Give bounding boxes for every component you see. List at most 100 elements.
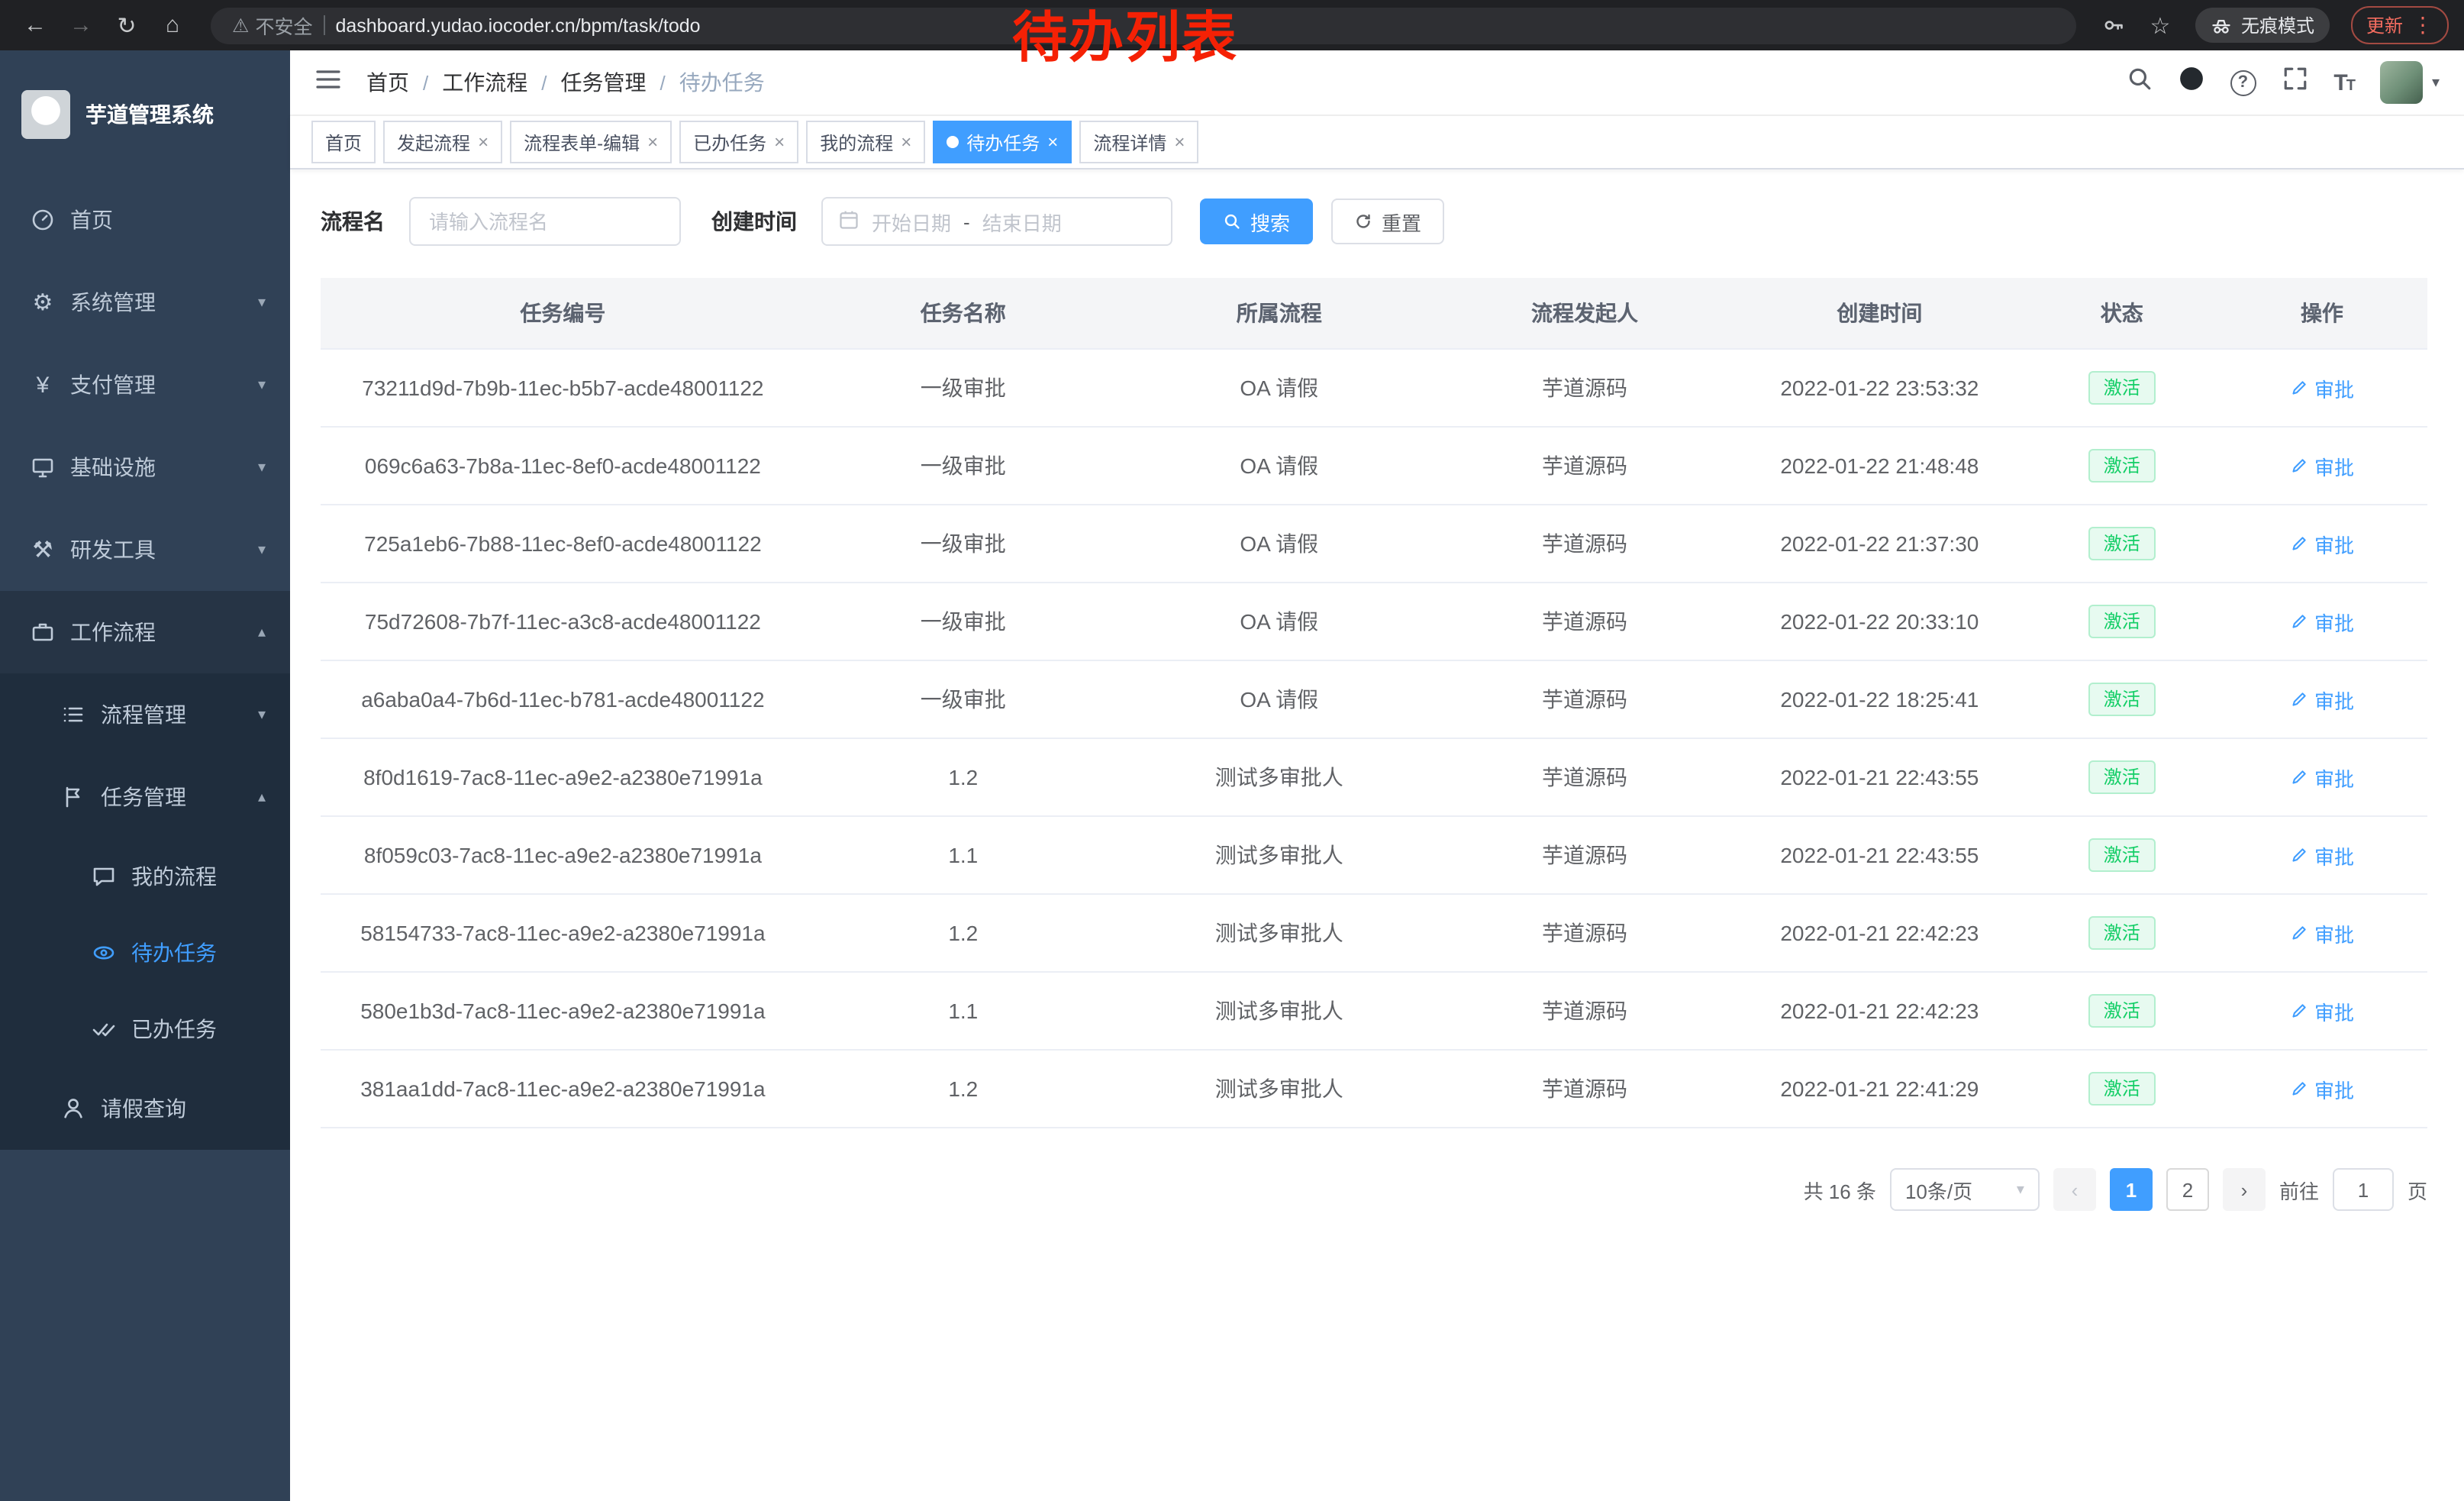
prev-page-button[interactable]: ‹ [2053, 1168, 2096, 1211]
sidebar-item-system[interactable]: ⚙ 系统管理 ▾ [0, 261, 290, 344]
tab-process-detail[interactable]: 流程详情× [1079, 121, 1198, 163]
status-badge: 激活 [2088, 1072, 2156, 1106]
approve-link[interactable]: 审批 [2290, 841, 2354, 870]
goto-page-input[interactable] [2333, 1168, 2394, 1211]
reset-button[interactable]: 重置 [1331, 199, 1444, 244]
user-menu[interactable]: ▾ [2380, 61, 2440, 104]
page-size-select[interactable]: 10条/页 ▾ [1890, 1168, 2040, 1211]
task-process-cell: 测试多审批人 [1121, 894, 1437, 972]
approve-link[interactable]: 审批 [2290, 373, 2354, 402]
sidebar-item-payment[interactable]: ¥ 支付管理 ▾ [0, 344, 290, 426]
sidebar-item-task-management[interactable]: 任务管理 ▴ [0, 756, 290, 838]
tab-home[interactable]: 首页 [311, 121, 376, 163]
close-icon[interactable]: × [647, 131, 658, 153]
workflow-submenu: 流程管理 ▾ 任务管理 ▴ 我的流程 待办任务 [0, 673, 290, 1150]
range-separator: - [963, 210, 970, 233]
task-action-cell: 审批 [2217, 972, 2427, 1050]
task-created-cell: 2022-01-22 23:53:32 [1732, 349, 2027, 427]
table-row: 75d72608-7b7f-11ec-a3c8-acde48001122 一级审… [321, 583, 2427, 660]
table-row: 8f059c03-7ac8-11ec-a9e2-a2380e71991a 1.1… [321, 816, 2427, 894]
task-action-cell: 审批 [2217, 349, 2427, 427]
font-size-icon[interactable]: TT [2333, 69, 2354, 95]
chevron-down-icon: ▾ [258, 294, 266, 311]
close-icon[interactable]: × [901, 131, 911, 153]
fullscreen-icon[interactable] [2282, 66, 2308, 99]
search-button[interactable]: 搜索 [1200, 199, 1313, 244]
sidebar-item-home[interactable]: 首页 [0, 179, 290, 261]
col-task-name: 任务名称 [805, 278, 1121, 349]
breadcrumb-home[interactable]: 首页 [366, 67, 409, 98]
col-created: 创建时间 [1732, 278, 2027, 349]
approve-link[interactable]: 审批 [2290, 607, 2354, 636]
search-icon[interactable] [2126, 66, 2152, 99]
approve-link[interactable]: 审批 [2290, 529, 2354, 558]
sidebar-item-done-task[interactable]: 已办任务 [0, 991, 290, 1067]
tab-done-task[interactable]: 已办任务× [679, 121, 798, 163]
edit-icon [2290, 457, 2308, 475]
task-name-cell: 1.2 [805, 894, 1121, 972]
sidebar-item-devtools[interactable]: ⚒ 研发工具 ▾ [0, 508, 290, 591]
next-page-button[interactable]: › [2223, 1168, 2266, 1211]
process-name-input[interactable] [409, 197, 681, 246]
breadcrumb-workflow[interactable]: 工作流程 [442, 67, 527, 98]
task-process-cell: OA 请假 [1121, 427, 1437, 505]
close-icon[interactable]: × [1174, 131, 1185, 153]
chevron-down-icon: ▾ [258, 706, 266, 723]
close-icon[interactable]: × [774, 131, 785, 153]
sidebar-item-leave-query[interactable]: 请假查询 [0, 1067, 290, 1150]
task-id-cell: 75d72608-7b7f-11ec-a3c8-acde48001122 [321, 583, 805, 660]
sidebar-item-process-management[interactable]: 流程管理 ▾ [0, 673, 290, 756]
github-icon[interactable] [2178, 66, 2204, 99]
update-button[interactable]: 更新 ⋮ [2351, 6, 2449, 44]
password-key-icon[interactable] [2095, 5, 2134, 45]
bookmark-star-icon[interactable]: ☆ [2140, 5, 2180, 45]
task-initiator-cell: 芋道源码 [1437, 427, 1732, 505]
sidebar-item-todo-task[interactable]: 待办任务 [0, 915, 290, 991]
approve-link[interactable]: 审批 [2290, 685, 2354, 714]
back-icon[interactable]: ← [15, 5, 55, 45]
breadcrumb-task-management[interactable]: 任务管理 [561, 67, 647, 98]
table-row: 73211d9d-7b9b-11ec-b5b7-acde48001122 一级审… [321, 349, 2427, 427]
page-button-1[interactable]: 1 [2110, 1168, 2153, 1211]
task-id-cell: 580e1b3d-7ac8-11ec-a9e2-a2380e71991a [321, 972, 805, 1050]
approve-link[interactable]: 审批 [2290, 1074, 2354, 1103]
approve-link[interactable]: 审批 [2290, 996, 2354, 1025]
dashboard-icon [31, 208, 55, 232]
close-icon[interactable]: × [478, 131, 489, 153]
browser-menu-icon[interactable]: ⋮ [2412, 12, 2433, 38]
edit-icon [2290, 690, 2308, 709]
tab-my-process[interactable]: 我的流程× [806, 121, 925, 163]
reload-icon[interactable]: ↻ [107, 5, 147, 45]
home-icon[interactable]: ⌂ [153, 5, 192, 45]
approve-link[interactable]: 审批 [2290, 451, 2354, 480]
edit-icon [2290, 612, 2308, 631]
col-status: 状态 [2027, 278, 2217, 349]
approve-link[interactable]: 审批 [2290, 918, 2354, 947]
edit-icon [2290, 924, 2308, 942]
col-actions: 操作 [2217, 278, 2427, 349]
task-process-cell: 测试多审批人 [1121, 738, 1437, 816]
help-icon[interactable]: ? [2230, 69, 2256, 95]
task-status-cell: 激活 [2027, 894, 2217, 972]
start-date-placeholder: 开始日期 [872, 207, 951, 236]
date-range-picker[interactable]: 开始日期 - 结束日期 [821, 197, 1172, 246]
app-logo-row[interactable]: 芋道管理系统 [0, 50, 290, 179]
search-icon [1223, 212, 1241, 231]
edit-icon [2290, 1080, 2308, 1098]
app-logo [21, 90, 70, 139]
tab-form-edit[interactable]: 流程表单-编辑× [510, 121, 672, 163]
sidebar-item-infrastructure[interactable]: 基础设施 ▾ [0, 426, 290, 508]
sidebar-toggle-icon[interactable] [314, 65, 342, 100]
task-action-cell: 审批 [2217, 894, 2427, 972]
task-initiator-cell: 芋道源码 [1437, 1050, 1732, 1128]
forward-icon[interactable]: → [61, 5, 101, 45]
edit-icon [2290, 534, 2308, 553]
sidebar-item-workflow[interactable]: 工作流程 ▴ [0, 591, 290, 673]
close-icon[interactable]: × [1047, 131, 1058, 153]
approve-link[interactable]: 审批 [2290, 763, 2354, 792]
sidebar-item-my-process[interactable]: 我的流程 [0, 838, 290, 915]
tab-todo-task[interactable]: 待办任务× [933, 121, 1072, 163]
task-status-cell: 激活 [2027, 427, 2217, 505]
tab-start-process[interactable]: 发起流程× [383, 121, 502, 163]
page-button-2[interactable]: 2 [2166, 1168, 2209, 1211]
